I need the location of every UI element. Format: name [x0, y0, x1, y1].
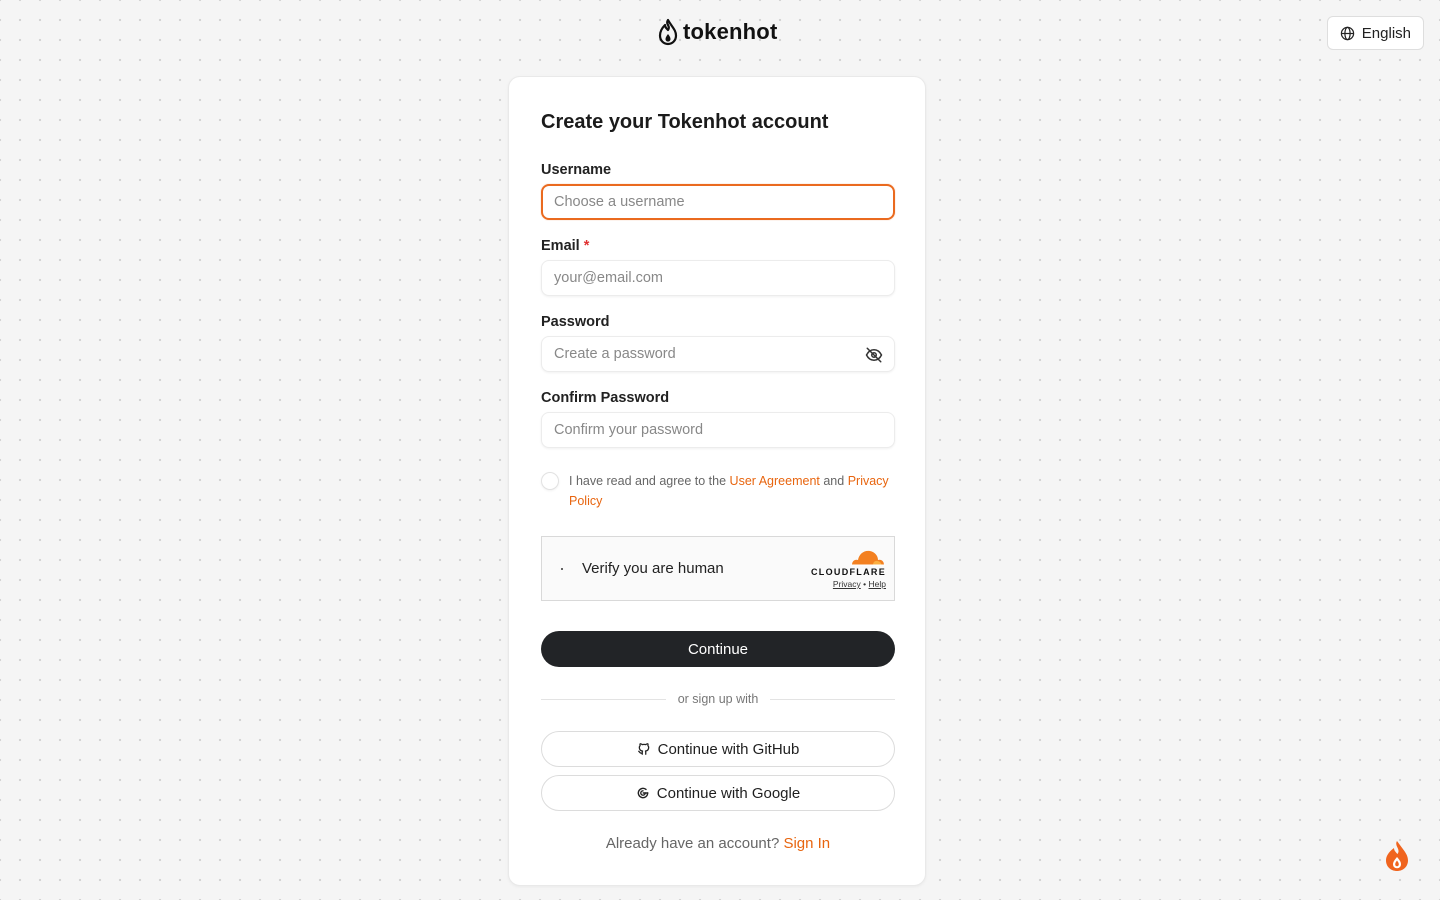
continue-button[interactable]: Continue: [541, 631, 895, 667]
password-field: [541, 336, 895, 372]
password-label: Password: [541, 314, 610, 330]
divider-line-left: [541, 698, 666, 700]
language-label: English: [1361, 24, 1411, 42]
google-button-label: Continue with Google: [656, 784, 801, 802]
agreement-row: I have read and agree to the User Agreem…: [541, 471, 895, 511]
agreement-and: and: [823, 474, 845, 488]
agreement-text: I have read and agree to the User Agreem…: [569, 471, 895, 511]
email-label: Email *: [541, 238, 589, 254]
confirm-password-field: [541, 412, 895, 448]
cloudflare-wordmark: CLOUDFLARE: [811, 567, 886, 577]
brand-logo[interactable]: tokenhot: [657, 17, 777, 47]
github-button-label: Continue with GitHub: [657, 740, 800, 758]
brand-name: tokenhot: [683, 19, 778, 44]
captcha-privacy-link[interactable]: Privacy: [833, 579, 861, 589]
captcha-text: Verify you are human: [582, 560, 724, 577]
eye-off-icon[interactable]: [865, 346, 883, 364]
signup-card: Create your Tokenhot account Username Em…: [508, 76, 926, 886]
captcha-links: Privacy • Help: [833, 579, 886, 589]
email-field: [541, 260, 895, 296]
flame-logo-icon: [658, 18, 678, 46]
divider-text: or sign up with: [677, 692, 759, 706]
cloudflare-brand: CLOUDFLARE Privacy • Help: [811, 548, 886, 589]
email-label-text: Email: [541, 238, 580, 254]
globe-icon: [1340, 26, 1354, 40]
username-field: [541, 184, 895, 220]
divider-line-right: [770, 698, 896, 700]
captcha-help-link[interactable]: Help: [869, 579, 886, 589]
signup-divider: or sign up with: [541, 689, 896, 709]
google-icon: [637, 787, 649, 799]
github-icon: [637, 743, 649, 755]
agreement-prefix: I have read and agree to the: [569, 474, 727, 488]
required-asterisk: *: [583, 238, 590, 254]
cloudflare-cloud-icon: [851, 550, 885, 566]
password-input[interactable]: [542, 337, 894, 371]
google-signup-button[interactable]: Continue with Google: [541, 775, 895, 811]
github-signup-button[interactable]: Continue with GitHub: [541, 731, 895, 767]
signin-prompt-row: Already have an account? Sign In: [541, 835, 895, 852]
confirm-password-label: Confirm Password: [541, 390, 670, 406]
signin-prompt: Already have an account?: [605, 835, 780, 852]
captcha-link-separator: •: [863, 579, 867, 589]
email-input[interactable]: [542, 261, 894, 295]
username-input[interactable]: [543, 186, 893, 218]
confirm-password-input[interactable]: [542, 413, 894, 447]
captcha-spinner: [561, 568, 563, 570]
user-agreement-link[interactable]: User Agreement: [730, 474, 820, 488]
page-title: Create your Tokenhot account: [541, 111, 829, 133]
agreement-checkbox[interactable]: [541, 472, 559, 490]
language-selector[interactable]: English: [1326, 16, 1424, 50]
captcha-widget[interactable]: Verify you are human CLOUDFLARE Privacy …: [541, 536, 895, 601]
username-label: Username: [541, 162, 612, 178]
signin-link[interactable]: Sign In: [783, 835, 830, 852]
flame-icon[interactable]: [1382, 840, 1412, 872]
